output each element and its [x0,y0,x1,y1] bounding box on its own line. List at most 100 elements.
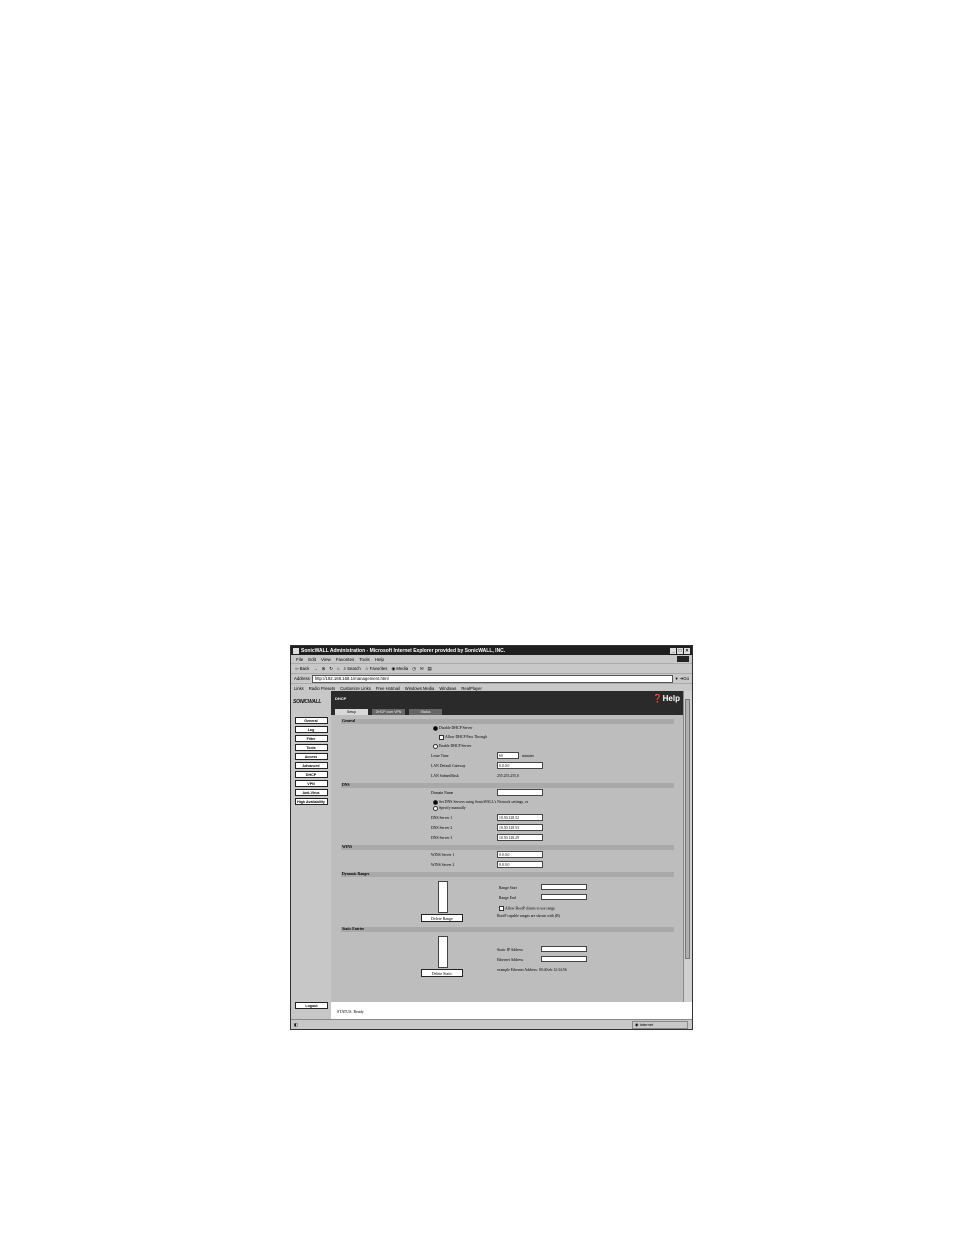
disable-dhcp-option[interactable]: Disable DHCP Server [341,724,674,733]
link-realplayer[interactable]: RealPlayer [461,686,481,691]
range-end-label: Range End [499,896,516,900]
range-end-input[interactable] [541,894,587,900]
link-customize-links[interactable]: Customize Links [340,686,371,691]
dns-server-3-row: DNS Server 3 10.50.128.29 [341,833,674,843]
mail-icon[interactable]: ✉ [420,666,424,672]
gateway-label: LAN Default Gateway [431,764,466,768]
checkbox-icon[interactable] [439,734,444,740]
dynamic-ranges-list[interactable] [438,881,448,913]
tab-dhcp-over-vpn[interactable]: DHCP over VPN [372,709,405,715]
dns-server-1-input[interactable]: 10.50.128.52 [497,814,543,821]
dns-server-2-input[interactable]: 10.50.128.53 [497,824,543,831]
menu-favorites[interactable]: Favorites [336,657,355,662]
tab-status[interactable]: Status [409,709,442,715]
domain-name-row: Domain Name [341,788,674,798]
sidebar: SONICWALL General Log Filter Tools Acces… [291,691,331,1020]
enable-dhcp-option[interactable]: Enable DHCP Server [341,742,674,751]
link-windows-media[interactable]: Windows Media [405,686,435,691]
wins-server-1-row: WINS Server 1 0.0.0.0 [341,850,674,860]
forward-button[interactable]: → [313,666,317,671]
checkbox-icon[interactable] [499,906,504,911]
stop-icon[interactable]: ⊗ [322,666,326,672]
ethernet-address-input[interactable] [541,956,587,962]
media-button[interactable]: ◉ Media [391,666,408,672]
sidebar-item-high-availability[interactable]: High Availability [294,798,328,805]
menu-tools[interactable]: Tools [359,657,370,662]
radio-icon[interactable] [433,743,438,749]
bootp-label: Allow BootP clients to use range [505,906,555,911]
scrollbar-thumb[interactable] [685,699,690,959]
link-radio-presets[interactable]: Radio Presets [309,686,335,691]
sidebar-item-anti-virus[interactable]: Anti-Virus [294,789,328,796]
menu-bar: File Edit View Favorites Tools Help [291,655,692,663]
menu-view[interactable]: View [321,657,331,662]
wins-server-2-label: WINS Server 2 [431,863,455,867]
disable-dhcp-label: Disable DHCP Server [439,726,473,730]
link-free-hotmail[interactable]: Free Hotmail [376,686,400,691]
static-entries-list[interactable] [438,936,448,968]
domain-name-input[interactable] [497,789,543,796]
refresh-icon[interactable]: ↻ [329,666,333,672]
history-icon[interactable]: ◷ [412,666,416,672]
vertical-scrollbar[interactable] [683,691,692,1002]
ethernet-example: example Ethernet Address: 00:40:eb:12:34… [497,968,567,972]
help-button[interactable]: ❓Help [653,694,680,703]
dropdown-arrow-icon[interactable]: ▾ [675,676,677,682]
menu-edit[interactable]: Edit [308,657,316,662]
home-icon[interactable]: ⌂ [337,666,340,671]
gateway-input[interactable]: 0.0.0.0 [497,762,543,769]
main-panel: DHCP ❓Help Setup DHCP over VPN Status Ge… [331,691,684,1002]
back-label: Back [299,665,310,671]
link-windows[interactable]: Windows [439,686,456,691]
close-button[interactable]: × [684,647,690,654]
lease-time-row: Lease Time 60 minutes [341,751,674,761]
enable-dhcp-label: Enable DHCP Server [439,744,472,748]
address-label: Address [294,676,310,681]
address-input[interactable]: http://192.168.168.1/management.html [311,674,674,683]
bootp-note: BootP capable ranges are shown with (B) [497,914,560,918]
tab-strip: Setup DHCP over VPN Status [335,709,442,715]
subnet-mask-label: LAN SubnetMask [431,774,459,778]
favorites-button[interactable]: ☆ Favorites [365,666,388,672]
wins-server-2-row: WINS Server 2 0.0.0.0 [341,860,674,870]
dns-server-2-row: DNS Server 2 10.50.128.53 [341,823,674,833]
security-zone: ◉ Internet [632,1020,688,1029]
menu-help[interactable]: Help [375,657,384,662]
windows-logo-icon [677,656,689,662]
links-label: Links [294,685,304,691]
tab-setup[interactable]: Setup [335,709,368,715]
sidebar-item-tools[interactable]: Tools [294,744,328,751]
sidebar-item-advanced[interactable]: Advanced [294,762,328,769]
maximize-button[interactable]: □ [677,647,683,654]
media-label: Media [396,665,409,671]
static-ip-label: Static IP Address [497,948,524,952]
print-icon[interactable]: ▤ [427,666,431,672]
radio-selected-icon[interactable] [433,725,438,731]
range-start-input[interactable] [541,884,587,890]
menu-file[interactable]: File [296,657,303,662]
radio-icon[interactable] [433,805,438,811]
bootp-option[interactable]: Allow BootP clients to use range [499,906,555,911]
sidebar-item-vpn[interactable]: VPN [294,780,328,787]
pass-through-option[interactable]: Allow DHCP Pass Through [341,733,674,742]
delete-static-button[interactable]: Delete Static [421,969,463,977]
dns-server-3-input[interactable]: 10.50.128.29 [497,834,543,841]
search-button[interactable]: ⌕ Search [343,666,360,671]
sonicwall-logo: SONICWALL [293,699,322,705]
sidebar-item-access[interactable]: Access [294,753,328,760]
logout-button[interactable]: Logout [295,1002,328,1009]
wins-server-1-input[interactable]: 0.0.0.0 [497,851,543,858]
sidebar-item-dhcp[interactable]: DHCP [294,771,328,778]
go-button[interactable]: ➜Go [680,676,689,682]
delete-range-button[interactable]: Delete Range [421,914,463,922]
static-ip-input[interactable] [541,946,587,952]
minimize-button[interactable]: _ [670,647,676,654]
sidebar-item-filter[interactable]: Filter [294,735,328,742]
dns-server-3-label: DNS Server 3 [431,836,453,840]
back-button[interactable]: ⇦ Back [295,666,309,672]
wins-server-2-input[interactable]: 0.0.0.0 [497,861,543,868]
lease-time-input[interactable]: 60 [497,752,519,759]
sidebar-item-log[interactable]: Log [294,726,328,733]
sidebar-item-general[interactable]: General [294,717,328,724]
subnet-mask-row: LAN SubnetMask 255.255.255.0 [341,771,674,781]
